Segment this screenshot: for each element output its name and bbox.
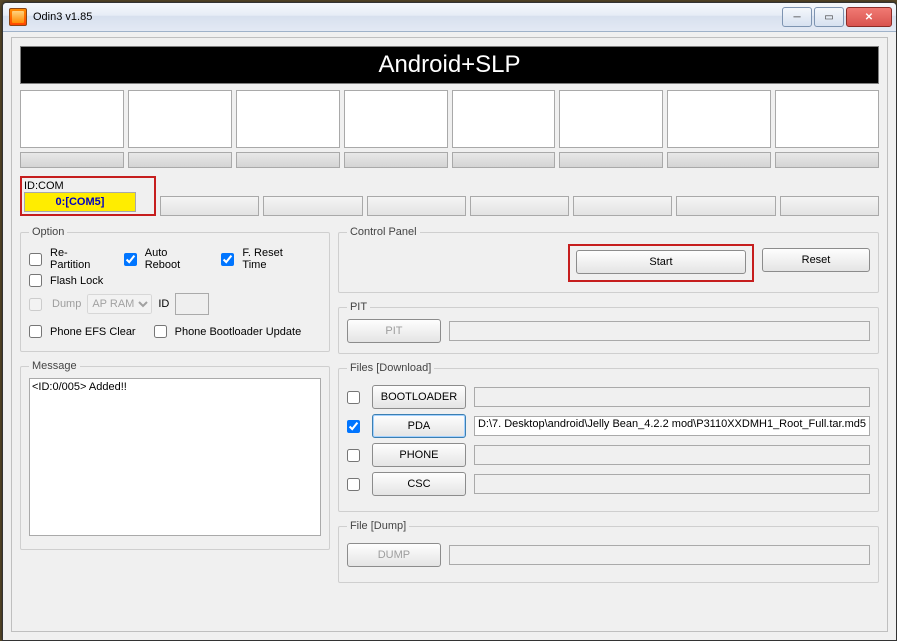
autoreboot-checkbox[interactable]	[124, 253, 137, 266]
bootloader-button[interactable]: BOOTLOADER	[372, 385, 466, 409]
id-input	[175, 293, 209, 315]
filedump-group: File [Dump] DUMP	[338, 520, 879, 583]
dump-button: DUMP	[347, 543, 441, 567]
progress-cell	[236, 152, 340, 168]
efsclear-label: Phone EFS Clear	[50, 326, 136, 338]
dump-path	[449, 545, 870, 565]
window-title: Odin3 v1.85	[33, 11, 780, 23]
dump-label: Dump	[52, 298, 81, 310]
control-legend: Control Panel	[347, 226, 420, 238]
bootloader-checkbox[interactable]	[347, 391, 360, 404]
slot	[452, 90, 556, 148]
com-port-cell[interactable]	[263, 196, 362, 216]
com-port-cell[interactable]	[470, 196, 569, 216]
client-area: Android+SLP ID:COM 0:[COM	[11, 37, 888, 632]
repartition-checkbox[interactable]	[29, 253, 42, 266]
com-port-cell[interactable]	[367, 196, 466, 216]
filedump-legend: File [Dump]	[347, 520, 409, 532]
flashlock-label: Flash Lock	[50, 275, 103, 287]
bootupdate-label: Phone Bootloader Update	[175, 326, 302, 338]
pda-checkbox[interactable]	[347, 420, 360, 433]
pda-path[interactable]: D:\7. Desktop\android\Jelly Bean_4.2.2 m…	[474, 416, 870, 436]
close-button[interactable]: ✕	[846, 7, 892, 27]
com-port-cell[interactable]	[160, 196, 259, 216]
files-legend: Files [Download]	[347, 362, 434, 374]
slot	[344, 90, 448, 148]
control-panel-group: Control Panel Start Reset	[338, 226, 879, 293]
maximize-button[interactable]: ▭	[814, 7, 844, 27]
slot	[559, 90, 663, 148]
progress-cell	[344, 152, 448, 168]
pit-path	[449, 321, 870, 341]
idcom-section: ID:COM 0:[COM5]	[20, 176, 879, 216]
slot	[667, 90, 771, 148]
slot	[128, 90, 232, 148]
banner: Android+SLP	[20, 46, 879, 84]
progress-cell	[452, 152, 556, 168]
phone-button[interactable]: PHONE	[372, 443, 466, 467]
left-column: Option Re-Partition Auto Reboot F. Reset…	[20, 226, 330, 591]
progress-cell	[559, 152, 663, 168]
device-slots	[20, 90, 879, 148]
reset-button[interactable]: Reset	[762, 248, 870, 272]
window-buttons: ─ ▭ ✕	[780, 7, 892, 27]
bootupdate-checkbox[interactable]	[154, 325, 167, 338]
progress-cell	[20, 152, 124, 168]
message-group: Message <ID:0/005> Added!!	[20, 360, 330, 550]
titlebar[interactable]: Odin3 v1.85 ─ ▭ ✕	[3, 3, 896, 32]
com-port-cell[interactable]	[780, 196, 879, 216]
minimize-button[interactable]: ─	[782, 7, 812, 27]
autoreboot-label: Auto Reboot	[145, 247, 204, 271]
right-column: Control Panel Start Reset PIT PIT	[338, 226, 879, 591]
phone-path	[474, 445, 870, 465]
pit-legend: PIT	[347, 301, 370, 313]
progress-cell	[667, 152, 771, 168]
progress-row	[20, 152, 879, 168]
phone-checkbox[interactable]	[347, 449, 360, 462]
idcom-label: ID:COM	[24, 180, 152, 192]
start-button[interactable]: Start	[576, 250, 746, 274]
dump-select: AP RAM	[87, 294, 152, 314]
progress-cell	[775, 152, 879, 168]
idcom-highlight: ID:COM 0:[COM5]	[20, 176, 156, 216]
pit-button: PIT	[347, 319, 441, 343]
slot	[20, 90, 124, 148]
freset-label: F. Reset Time	[242, 247, 307, 271]
start-highlight: Start	[568, 244, 754, 282]
progress-cell	[128, 152, 232, 168]
slot	[236, 90, 340, 148]
csc-checkbox[interactable]	[347, 478, 360, 491]
com-port-active[interactable]: 0:[COM5]	[24, 192, 136, 212]
app-window: Odin3 v1.85 ─ ▭ ✕ Android+SLP	[2, 2, 897, 641]
option-group: Option Re-Partition Auto Reboot F. Reset…	[20, 226, 330, 352]
main-columns: Option Re-Partition Auto Reboot F. Reset…	[20, 226, 879, 591]
freset-checkbox[interactable]	[221, 253, 234, 266]
efsclear-checkbox[interactable]	[29, 325, 42, 338]
message-legend: Message	[29, 360, 80, 372]
csc-button[interactable]: CSC	[372, 472, 466, 496]
pda-button[interactable]: PDA	[372, 414, 466, 438]
pit-group: PIT PIT	[338, 301, 879, 354]
message-log[interactable]: <ID:0/005> Added!!	[29, 378, 321, 536]
dump-checkbox	[29, 298, 42, 311]
repartition-label: Re-Partition	[50, 247, 106, 271]
slot	[775, 90, 879, 148]
com-port-cell[interactable]	[676, 196, 775, 216]
id-label: ID	[158, 298, 169, 310]
option-legend: Option	[29, 226, 67, 238]
app-icon	[9, 8, 27, 26]
files-group: Files [Download] BOOTLOADER PDA D:\7. De…	[338, 362, 879, 512]
flashlock-checkbox[interactable]	[29, 274, 42, 287]
bootloader-path	[474, 387, 870, 407]
com-port-cell[interactable]	[573, 196, 672, 216]
csc-path	[474, 474, 870, 494]
